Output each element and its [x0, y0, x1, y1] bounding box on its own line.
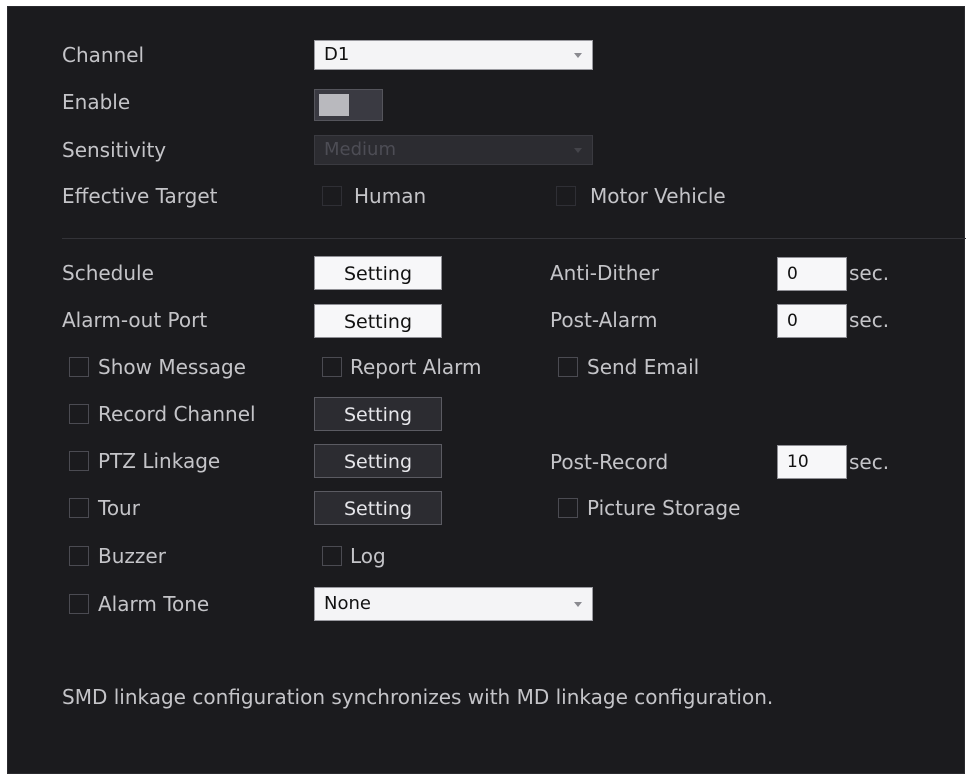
enable-label: Enable: [62, 90, 131, 114]
schedule-label: Schedule: [62, 261, 154, 285]
linkage-sync-note: SMD linkage configuration synchronizes w…: [62, 685, 774, 709]
picture-storage-label: Picture Storage: [587, 496, 741, 520]
alarm-tone-select[interactable]: None: [314, 587, 593, 621]
ptz-linkage-setting-button[interactable]: Setting: [314, 444, 442, 478]
ptz-linkage-checkbox[interactable]: [69, 451, 89, 471]
sensitivity-value: Medium: [324, 139, 396, 160]
sensitivity-label: Sensitivity: [62, 138, 167, 162]
ptz-linkage-label: PTZ Linkage: [98, 449, 221, 473]
show-message-checkbox[interactable]: [69, 357, 89, 377]
send-email-checkbox[interactable]: [558, 357, 578, 377]
chevron-down-icon: [574, 148, 582, 153]
alarm-tone-label: Alarm Tone: [98, 592, 210, 616]
post-record-unit: sec.: [849, 450, 890, 474]
buzzer-label: Buzzer: [98, 544, 166, 568]
channel-select[interactable]: D1: [314, 40, 593, 70]
alarm-tone-checkbox[interactable]: [69, 594, 89, 614]
post-record-label: Post-Record: [550, 450, 669, 474]
post-alarm-input[interactable]: 0: [777, 304, 847, 338]
post-alarm-unit: sec.: [849, 308, 890, 332]
sensitivity-select[interactable]: Medium: [314, 135, 593, 165]
tour-label: Tour: [98, 496, 140, 520]
report-alarm-label: Report Alarm: [350, 355, 482, 379]
log-checkbox[interactable]: [322, 546, 342, 566]
buzzer-checkbox[interactable]: [69, 546, 89, 566]
record-channel-checkbox[interactable]: [69, 404, 89, 424]
picture-storage-checkbox[interactable]: [558, 498, 578, 518]
chevron-down-icon: [574, 53, 582, 58]
tour-setting-button[interactable]: Setting: [314, 491, 442, 525]
channel-label: Channel: [62, 43, 145, 67]
section-divider: [62, 238, 966, 239]
toggle-knob: [319, 94, 349, 116]
record-channel-setting-button[interactable]: Setting: [314, 397, 442, 431]
chevron-down-icon: [574, 602, 582, 607]
post-record-input[interactable]: 10: [777, 445, 847, 479]
human-label: Human: [354, 184, 427, 208]
schedule-setting-button[interactable]: Setting: [314, 256, 442, 290]
effective-target-label: Effective Target: [62, 184, 218, 208]
tour-checkbox[interactable]: [69, 498, 89, 518]
alarm-tone-value: None: [324, 593, 371, 614]
enable-toggle[interactable]: [314, 89, 383, 121]
post-alarm-label: Post-Alarm: [550, 308, 658, 332]
send-email-label: Send Email: [587, 355, 700, 379]
smd-settings-panel: Channel D1 Enable Sensitivity Medium Eff…: [7, 6, 966, 774]
alarm-out-port-label: Alarm-out Port: [62, 308, 208, 332]
anti-dither-unit: sec.: [849, 261, 890, 285]
human-checkbox[interactable]: [322, 186, 342, 206]
show-message-label: Show Message: [98, 355, 246, 379]
channel-value: D1: [324, 44, 350, 65]
alarm-out-setting-button[interactable]: Setting: [314, 304, 442, 338]
motor-vehicle-label: Motor Vehicle: [590, 184, 726, 208]
anti-dither-input[interactable]: 0: [777, 257, 847, 291]
report-alarm-checkbox[interactable]: [322, 357, 342, 377]
record-channel-label: Record Channel: [98, 402, 256, 426]
anti-dither-label: Anti-Dither: [550, 261, 659, 285]
log-label: Log: [350, 544, 386, 568]
motor-vehicle-checkbox[interactable]: [556, 186, 576, 206]
